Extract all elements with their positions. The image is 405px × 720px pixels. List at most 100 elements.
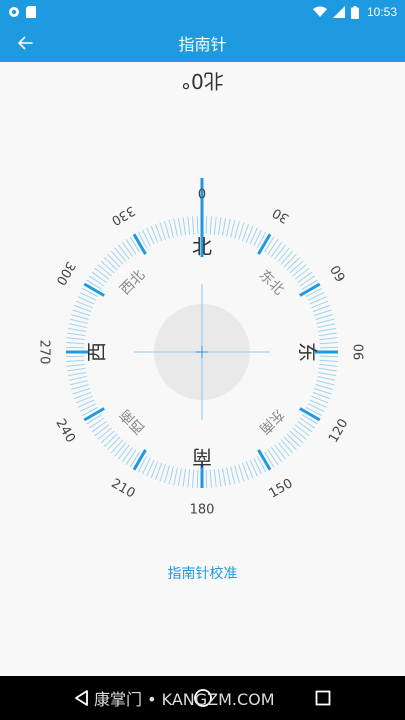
minor-tick xyxy=(286,433,301,447)
minor-tick xyxy=(114,247,127,262)
minor-tick xyxy=(69,380,88,386)
minor-tick xyxy=(97,427,112,440)
minor-tick xyxy=(125,449,137,466)
minor-tick xyxy=(317,376,336,381)
intercardinal-northeast: 东北 xyxy=(256,267,287,298)
minor-tick xyxy=(209,216,212,235)
degree-label: 120 xyxy=(326,416,351,445)
minor-tick xyxy=(66,342,85,345)
minor-tick xyxy=(315,314,333,320)
minor-tick xyxy=(164,465,170,483)
minor-tick xyxy=(66,346,85,349)
minor-tick xyxy=(292,427,307,440)
minor-tick xyxy=(107,436,121,451)
minor-tick xyxy=(267,449,279,466)
minor-tick xyxy=(67,332,86,337)
minor-tick xyxy=(72,387,90,395)
cardinal-east: 东 xyxy=(296,342,320,362)
minor-tick xyxy=(270,241,283,257)
minor-tick xyxy=(217,217,222,236)
minor-tick xyxy=(318,371,337,377)
minor-tick xyxy=(168,219,174,238)
minor-tick xyxy=(221,468,227,487)
intercardinal-northwest: 西北 xyxy=(117,267,148,298)
calibration-link[interactable]: 指南针校准 xyxy=(0,563,405,585)
minor-tick xyxy=(318,367,337,372)
minor-tick xyxy=(297,420,313,433)
minor-tick xyxy=(237,464,245,482)
heading-direction: 北0° xyxy=(0,68,405,98)
minor-tick xyxy=(299,417,316,429)
minor-tick xyxy=(314,309,332,317)
minor-tick xyxy=(209,469,212,488)
status-bar: 10:53 xyxy=(0,0,405,24)
degree-label: 90 xyxy=(353,344,368,361)
minor-tick xyxy=(121,447,134,463)
minor-tick xyxy=(71,384,89,390)
minor-tick xyxy=(114,442,127,457)
minor-tick xyxy=(294,267,310,280)
minor-tick xyxy=(159,222,167,240)
minor-tick xyxy=(277,247,290,262)
minor-tick xyxy=(316,380,335,386)
minor-tick xyxy=(316,318,335,324)
major-tick xyxy=(299,282,321,297)
minor-tick xyxy=(164,221,170,239)
back-button[interactable] xyxy=(10,29,40,57)
minor-tick xyxy=(230,219,236,238)
minor-tick xyxy=(97,264,112,277)
minor-tick xyxy=(289,260,304,274)
minor-tick xyxy=(94,424,110,437)
minor-tick xyxy=(67,367,86,372)
minor-tick xyxy=(125,238,137,255)
minor-tick xyxy=(274,444,287,460)
major-tick xyxy=(83,407,105,422)
minor-tick xyxy=(319,337,338,341)
minor-tick xyxy=(173,218,178,237)
major-tick xyxy=(83,282,105,297)
minor-tick xyxy=(177,217,183,236)
degree-label: 150 xyxy=(266,476,295,501)
minor-tick xyxy=(226,218,231,237)
major-tick xyxy=(257,449,272,471)
circle-notification-icon xyxy=(9,7,19,17)
minor-tick xyxy=(319,359,338,362)
minor-tick xyxy=(66,355,85,358)
minor-tick xyxy=(234,465,240,483)
minor-tick xyxy=(187,216,191,235)
watermark: 康掌门 • KANGZM.COM xyxy=(94,690,275,709)
major-tick xyxy=(299,407,321,422)
minor-tick xyxy=(168,466,174,485)
minor-tick xyxy=(182,217,187,236)
minor-tick xyxy=(110,439,124,454)
arrow-left-icon xyxy=(18,36,33,50)
major-tick xyxy=(132,449,147,471)
triangle-back-icon xyxy=(75,690,88,706)
minor-tick xyxy=(69,318,88,324)
minor-tick xyxy=(196,216,199,235)
battery-icon xyxy=(350,5,359,19)
minor-tick xyxy=(213,216,217,235)
minor-tick xyxy=(103,433,118,447)
minor-tick xyxy=(217,468,222,487)
minor-tick xyxy=(68,323,87,328)
minor-tick xyxy=(315,384,333,390)
minor-tick xyxy=(234,221,240,239)
status-left xyxy=(8,6,37,18)
major-tick xyxy=(132,233,147,255)
degree-label: 60 xyxy=(328,262,349,284)
minor-tick xyxy=(221,217,227,236)
degree-label: 210 xyxy=(108,476,137,501)
minor-tick xyxy=(100,260,115,274)
degree-label: 300 xyxy=(52,258,77,287)
minor-tick xyxy=(226,467,231,486)
nav-back-button[interactable] xyxy=(70,686,94,710)
minor-tick xyxy=(319,346,338,349)
minor-tick xyxy=(205,469,208,488)
minor-tick xyxy=(283,253,297,268)
minor-tick xyxy=(280,250,294,265)
minor-tick xyxy=(289,430,304,444)
minor-tick xyxy=(177,468,183,487)
minor-tick xyxy=(314,387,332,395)
app-bar: 指南针 xyxy=(0,24,405,62)
